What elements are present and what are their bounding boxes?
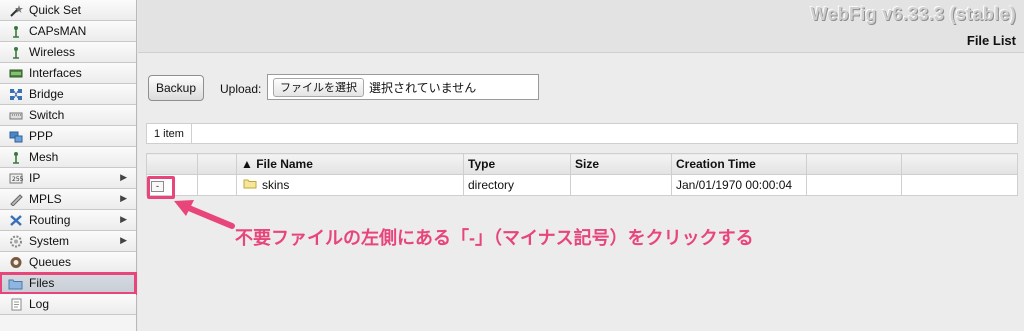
sidebar-item-label: Switch bbox=[29, 108, 65, 122]
sidebar: Quick Set CAPsMAN Wireless Interfaces Br… bbox=[0, 0, 137, 331]
sidebar-item-label: IP bbox=[29, 171, 41, 185]
header: WebFig v6.33.3 (stable) File List bbox=[138, 0, 1024, 53]
column-header-creation-time[interactable]: Creation Time bbox=[671, 153, 807, 175]
file-creation-time: Jan/01/1970 00:00:04 bbox=[671, 174, 807, 196]
column-header-extra bbox=[806, 153, 902, 175]
sidebar-item-label: Mesh bbox=[29, 150, 59, 164]
row-extra-cell bbox=[806, 174, 902, 196]
sidebar-item-label: Queues bbox=[29, 255, 72, 269]
column-header-filler bbox=[901, 153, 1018, 175]
sidebar-item-label: Routing bbox=[29, 213, 71, 227]
sidebar-item-label: System bbox=[29, 234, 70, 248]
sidebar-item-label: Quick Set bbox=[29, 3, 82, 17]
file-size bbox=[570, 174, 672, 196]
sidebar-item-queues[interactable]: Queues bbox=[0, 252, 136, 273]
switch-icon bbox=[8, 109, 23, 122]
submenu-arrow-icon: ▶ bbox=[120, 172, 127, 182]
ppp-icon bbox=[8, 130, 23, 143]
row-blank-cell bbox=[197, 174, 237, 196]
sidebar-item-quick-set[interactable]: Quick Set bbox=[0, 0, 136, 21]
column-header-file-name[interactable]: ▲ File Name bbox=[236, 153, 464, 175]
app-title: WebFig v6.33.3 (stable) bbox=[810, 4, 1016, 24]
column-header-type[interactable]: Type bbox=[463, 153, 571, 175]
choose-file-button[interactable]: ファイルを選択 bbox=[273, 77, 364, 97]
log-icon bbox=[8, 298, 23, 311]
file-type: directory bbox=[463, 174, 571, 196]
item-count-bar: 1 item bbox=[146, 123, 1018, 144]
wand-icon bbox=[8, 4, 23, 17]
submenu-arrow-icon: ▶ bbox=[120, 193, 127, 203]
bridge-icon bbox=[8, 88, 23, 101]
file-table: ▲ File Name Type Size Creation Time - sk… bbox=[146, 153, 1018, 196]
annotation-text: 不要ファイルの左側にある「-」（マイナス記号）をクリックする bbox=[235, 228, 754, 248]
column-header-action bbox=[146, 153, 198, 175]
sidebar-item-files[interactable]: Files bbox=[0, 272, 137, 295]
mesh-icon bbox=[8, 151, 23, 164]
folder-icon bbox=[243, 178, 257, 192]
backup-button[interactable]: Backup bbox=[148, 75, 204, 101]
annotation-arrow-icon bbox=[174, 200, 235, 229]
routing-icon bbox=[8, 214, 23, 227]
sidebar-item-capsman[interactable]: CAPsMAN bbox=[0, 21, 136, 42]
sidebar-item-label: MPLS bbox=[29, 192, 62, 206]
upload-label: Upload: bbox=[220, 82, 262, 96]
sidebar-item-label: Bridge bbox=[29, 87, 64, 101]
antenna-icon bbox=[8, 25, 23, 38]
sidebar-item-label: Wireless bbox=[29, 45, 76, 59]
table-header-row: ▲ File Name Type Size Creation Time bbox=[146, 153, 1018, 175]
sidebar-item-label: PPP bbox=[29, 129, 54, 143]
page-title: File List bbox=[966, 33, 1016, 48]
sidebar-item-ppp[interactable]: PPP bbox=[0, 126, 136, 147]
file-name-cell[interactable]: skins bbox=[236, 174, 464, 196]
gear-icon bbox=[8, 235, 23, 248]
table-row: - skins directory Jan/01/1970 00:00:04 bbox=[146, 174, 1018, 196]
sidebar-item-mesh[interactable]: Mesh bbox=[0, 147, 136, 168]
sidebar-item-interfaces[interactable]: Interfaces bbox=[0, 63, 136, 84]
queues-icon bbox=[8, 256, 23, 269]
submenu-arrow-icon: ▶ bbox=[120, 214, 127, 224]
upload-file-input[interactable]: ファイルを選択 選択されていません bbox=[267, 74, 539, 100]
sidebar-item-label: CAPsMAN bbox=[29, 24, 87, 38]
row-filler-cell bbox=[901, 174, 1018, 196]
sidebar-item-label: Files bbox=[29, 276, 55, 290]
submenu-arrow-icon: ▶ bbox=[120, 235, 127, 245]
sidebar-item-log[interactable]: Log bbox=[0, 294, 136, 315]
sidebar-item-wireless[interactable]: Wireless bbox=[0, 42, 136, 63]
interfaces-icon bbox=[8, 67, 23, 80]
svg-text:255: 255 bbox=[12, 176, 23, 183]
sidebar-item-label: Interfaces bbox=[29, 66, 82, 80]
sidebar-item-routing[interactable]: Routing ▶ bbox=[0, 210, 136, 231]
sidebar-item-label: Log bbox=[29, 297, 50, 311]
ip-icon: 255 bbox=[8, 172, 23, 185]
column-header-blank bbox=[197, 153, 237, 175]
sidebar-item-switch[interactable]: Switch bbox=[0, 105, 136, 126]
sidebar-item-bridge[interactable]: Bridge bbox=[0, 84, 136, 105]
folder-icon bbox=[8, 277, 23, 290]
sidebar-item-ip[interactable]: 255 IP ▶ bbox=[0, 168, 136, 189]
file-name: skins bbox=[262, 177, 290, 192]
item-count: 1 item bbox=[147, 124, 192, 143]
no-file-selected-text: 選択されていません bbox=[369, 80, 477, 95]
column-header-size[interactable]: Size bbox=[570, 153, 672, 175]
sidebar-item-mpls[interactable]: MPLS ▶ bbox=[0, 189, 136, 210]
mpls-icon bbox=[8, 193, 23, 206]
wireless-icon bbox=[8, 46, 23, 59]
sidebar-item-system[interactable]: System ▶ bbox=[0, 231, 136, 252]
